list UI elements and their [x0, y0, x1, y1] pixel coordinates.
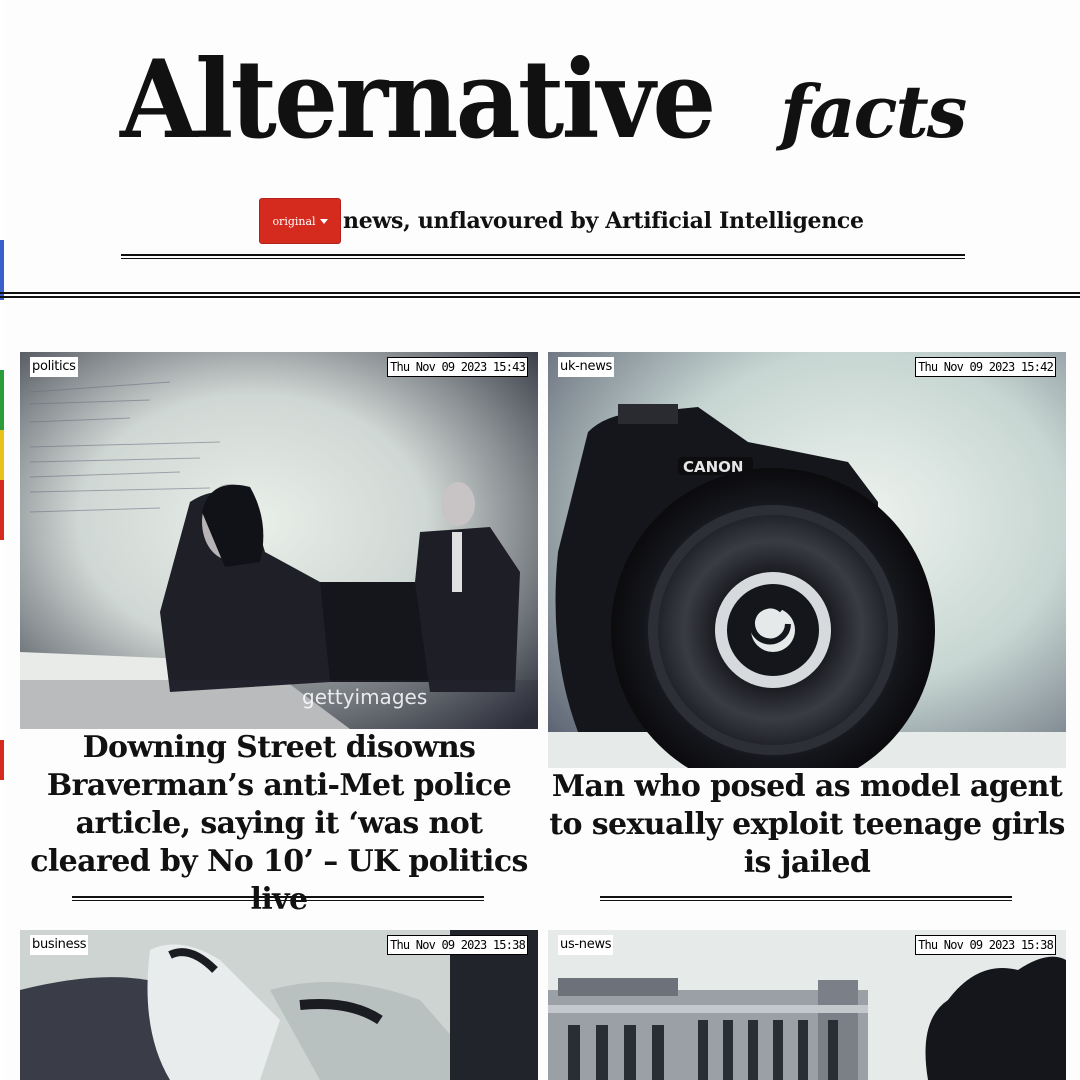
article-card-uk-news[interactable]: CANON uk-news Thu Nov 09 2023 15:42 Man …: [548, 352, 1066, 902]
timestamp-badge: Thu Nov 09 2023 15:38: [387, 935, 528, 955]
article-card-politics[interactable]: gettyimages politics Thu Nov 09 2023 15:…: [20, 352, 538, 917]
category-tag[interactable]: uk-news: [558, 357, 615, 377]
article-image[interactable]: business Thu Nov 09 2023 15:38: [20, 930, 538, 1080]
card-divider: [72, 896, 484, 901]
card-divider: [600, 896, 1012, 901]
category-tag[interactable]: us-news: [558, 935, 614, 955]
section-divider: [0, 292, 1080, 298]
tagline-row: original news, unflavoured by Artificial…: [259, 197, 864, 245]
image-watermark: gettyimages: [302, 685, 427, 709]
site-tagline: news, unflavoured by Artificial Intellig…: [343, 208, 864, 234]
article-photo-camera: CANON: [548, 352, 1066, 768]
header-divider: [121, 254, 965, 259]
site-title: Alternative: [120, 37, 716, 163]
article-headline[interactable]: Man who posed as model agent to sexually…: [548, 768, 1066, 882]
edition-dropdown-label: original: [272, 214, 316, 228]
article-image[interactable]: gettyimages politics Thu Nov 09 2023 15:…: [20, 352, 538, 729]
article-card-business[interactable]: business Thu Nov 09 2023 15:38: [20, 930, 538, 1080]
timestamp-badge: Thu Nov 09 2023 15:42: [915, 357, 1056, 377]
category-tag[interactable]: business: [30, 935, 89, 955]
article-image[interactable]: CANON uk-news Thu Nov 09 2023 15:42: [548, 352, 1066, 768]
timestamp-badge: Thu Nov 09 2023 15:38: [915, 935, 1056, 955]
site-logo[interactable]: Alternative facts: [120, 30, 990, 170]
article-photo-meeting: gettyimages: [20, 352, 538, 729]
edition-dropdown-button[interactable]: original: [259, 198, 341, 244]
article-headline[interactable]: Downing Street disowns Braverman’s anti-…: [20, 729, 538, 919]
article-card-us-news[interactable]: us-news Thu Nov 09 2023 15:38: [548, 930, 1066, 1080]
timestamp-badge: Thu Nov 09 2023 15:43: [387, 357, 528, 377]
category-tag[interactable]: politics: [30, 357, 78, 377]
site-title-suffix: facts: [780, 69, 967, 154]
article-image[interactable]: us-news Thu Nov 09 2023 15:38: [548, 930, 1066, 1080]
caret-down-icon: [319, 218, 328, 224]
masthead: Alternative facts original news, unflavo…: [0, 0, 1080, 300]
